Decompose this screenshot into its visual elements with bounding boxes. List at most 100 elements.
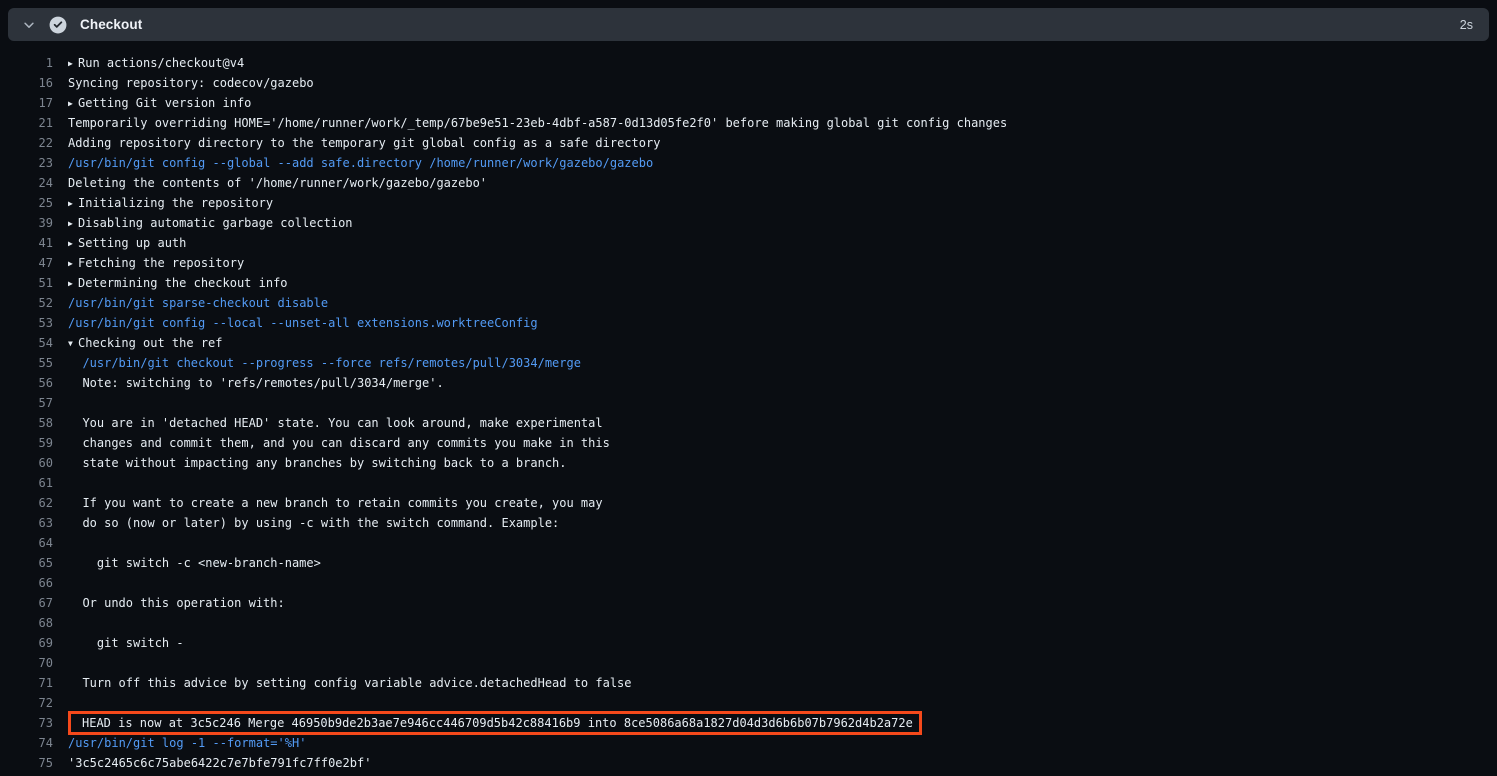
log-line-number[interactable]: 53: [0, 313, 53, 333]
check-circle-icon: [49, 16, 67, 34]
log-lines: 1▶Run actions/checkout@v416Syncing repos…: [0, 53, 1497, 773]
step-title: Checkout: [80, 17, 142, 32]
log-line: 54 ▼Checking out the ref: [0, 333, 1497, 353]
log-line-text: Temporarily overriding HOME='/home/runne…: [68, 113, 1007, 133]
log-line-text: Adding repository directory to the tempo…: [68, 133, 660, 153]
log-line-text: If you want to create a new branch to re…: [68, 493, 603, 513]
step-header[interactable]: Checkout 2s: [8, 8, 1489, 41]
log-line-text: ▶Initializing the repository: [68, 193, 273, 214]
log-line-number[interactable]: 52: [0, 293, 53, 313]
log-line-number[interactable]: 65: [0, 553, 53, 573]
log-line: 59changes and commit them, and you can d…: [0, 433, 1497, 453]
log-line-number[interactable]: 70: [0, 653, 53, 673]
log-line: 62 If you want to create a new branch to …: [0, 493, 1497, 513]
log-line-text: state without impacting any branches by …: [68, 453, 567, 473]
log-line-number[interactable]: 56: [0, 373, 53, 393]
log-line-number[interactable]: 74: [0, 733, 53, 753]
expand-icon[interactable]: ▶: [68, 234, 78, 254]
log-line-text: git switch -: [68, 633, 184, 653]
log-line-text: ▶Getting Git version info: [68, 93, 251, 114]
log-line: 55/usr/bin/git checkout --progress --for…: [0, 353, 1497, 373]
log-line: 53/usr/bin/git config --local --unset-al…: [0, 313, 1497, 333]
log-line-number[interactable]: 17: [0, 93, 53, 113]
log-line-text: '3c5c2465c6c75abe6422c7e7bfe791fc7ff0e2b…: [68, 753, 371, 773]
log-line-number[interactable]: 59: [0, 433, 53, 453]
log-line: 61: [0, 473, 1497, 493]
log-line: 17 ▶Getting Git version info: [0, 93, 1497, 113]
log-line-number[interactable]: 21: [0, 113, 53, 133]
log-line-text: HEAD is now at 3c5c246 Merge 46950b9de2b…: [82, 713, 913, 733]
log-line-number[interactable]: 54: [0, 333, 53, 353]
log-line-number[interactable]: 62: [0, 493, 53, 513]
log-line: 52/usr/bin/git sparse-checkout disable: [0, 293, 1497, 313]
log-line: 63 do so (now or later) by using -c with …: [0, 513, 1497, 533]
log-line: 41 ▶Setting up auth: [0, 233, 1497, 253]
log-line: 1 ▶Run actions/checkout@v4: [0, 53, 1497, 73]
expand-icon[interactable]: ▶: [68, 54, 78, 74]
log-line-text: ▶Determining the checkout info: [68, 273, 288, 294]
expand-icon[interactable]: ▶: [68, 194, 78, 214]
log-line-text: ▶Setting up auth: [68, 233, 186, 254]
log-line-number[interactable]: 67: [0, 593, 53, 613]
log-line-number[interactable]: 22: [0, 133, 53, 153]
workflow-log-page: Checkout 2s 1▶Run actions/checkout@v416S…: [0, 0, 1497, 776]
log-line: 72: [0, 693, 1497, 713]
log-line-text: git switch -c <new-branch-name>: [68, 553, 321, 573]
expand-icon[interactable]: ▶: [68, 274, 78, 294]
log-line-number[interactable]: 16: [0, 73, 53, 93]
log-line-number[interactable]: 25: [0, 193, 53, 213]
expand-icon[interactable]: ▶: [68, 214, 78, 234]
log-line-number[interactable]: 58: [0, 413, 53, 433]
log-line: 24 Deleting the contents of '/home/runner…: [0, 173, 1497, 193]
log-line-number[interactable]: 71: [0, 673, 53, 693]
log-line: 71Turn off this advice by setting config…: [0, 673, 1497, 693]
log-line-text: Or undo this operation with:: [68, 593, 285, 613]
log-line-number[interactable]: 39: [0, 213, 53, 233]
step-duration: 2s: [1460, 18, 1473, 32]
log-line-text: Note: switching to 'refs/remotes/pull/30…: [68, 373, 444, 393]
log-line: 74/usr/bin/git log -1 --format='%H': [0, 733, 1497, 753]
log-line-number[interactable]: 73: [0, 713, 53, 733]
log-line-number[interactable]: 61: [0, 473, 53, 493]
annotation-highlight-box: HEAD is now at 3c5c246 Merge 46950b9de2b…: [68, 711, 922, 735]
log-line-number[interactable]: 64: [0, 533, 53, 553]
expand-icon[interactable]: ▶: [68, 94, 78, 114]
log-line: 66: [0, 573, 1497, 593]
log-line-text: /usr/bin/git sparse-checkout disable: [68, 293, 328, 313]
log-line-text: /usr/bin/git log -1 --format='%H': [68, 733, 306, 753]
chevron-down-icon[interactable]: [22, 18, 36, 32]
log-line-number[interactable]: 1: [0, 53, 53, 73]
log-line-text: /usr/bin/git config --global --add safe.…: [68, 153, 653, 173]
log-line-number[interactable]: 24: [0, 173, 53, 193]
log-line-text: Deleting the contents of '/home/runner/w…: [68, 173, 487, 193]
log-line-number[interactable]: 75: [0, 753, 53, 773]
expand-icon[interactable]: ▶: [68, 254, 78, 274]
log-line-number[interactable]: 69: [0, 633, 53, 653]
log-line-number[interactable]: 60: [0, 453, 53, 473]
log-line-number[interactable]: 41: [0, 233, 53, 253]
log-line: 73 HEAD is now at 3c5c246 Merge 46950b9de…: [0, 713, 1497, 733]
log-line-text: ▶Run actions/checkout@v4: [68, 53, 244, 74]
log-line-number[interactable]: 68: [0, 613, 53, 633]
log-line-number[interactable]: 72: [0, 693, 53, 713]
log-line: 68: [0, 613, 1497, 633]
log-line: 25 ▶Initializing the repository: [0, 193, 1497, 213]
log-line-number[interactable]: 23: [0, 153, 53, 173]
log-line-number[interactable]: 51: [0, 273, 53, 293]
log-line-text: ▶Disabling automatic garbage collection: [68, 213, 353, 234]
log-line-text: do so (now or later) by using -c with th…: [68, 513, 559, 533]
log-line: 70: [0, 653, 1497, 673]
log-line: 69 git switch -: [0, 633, 1497, 653]
log-line-number[interactable]: 55: [0, 353, 53, 373]
log-line: 47 ▶Fetching the repository: [0, 253, 1497, 273]
log-line-number[interactable]: 63: [0, 513, 53, 533]
log-line-text: ▼Checking out the ref: [68, 333, 223, 354]
collapse-icon[interactable]: ▼: [68, 334, 78, 354]
log-line-text: /usr/bin/git checkout --progress --force…: [68, 353, 581, 373]
log-line-text: ▶Fetching the repository: [68, 253, 244, 274]
log-line: 21 Temporarily overriding HOME='/home/run…: [0, 113, 1497, 133]
log-line-number[interactable]: 47: [0, 253, 53, 273]
log-line-number[interactable]: 57: [0, 393, 53, 413]
log-line-number[interactable]: 66: [0, 573, 53, 593]
log-line: 22 Adding repository directory to the tem…: [0, 133, 1497, 153]
